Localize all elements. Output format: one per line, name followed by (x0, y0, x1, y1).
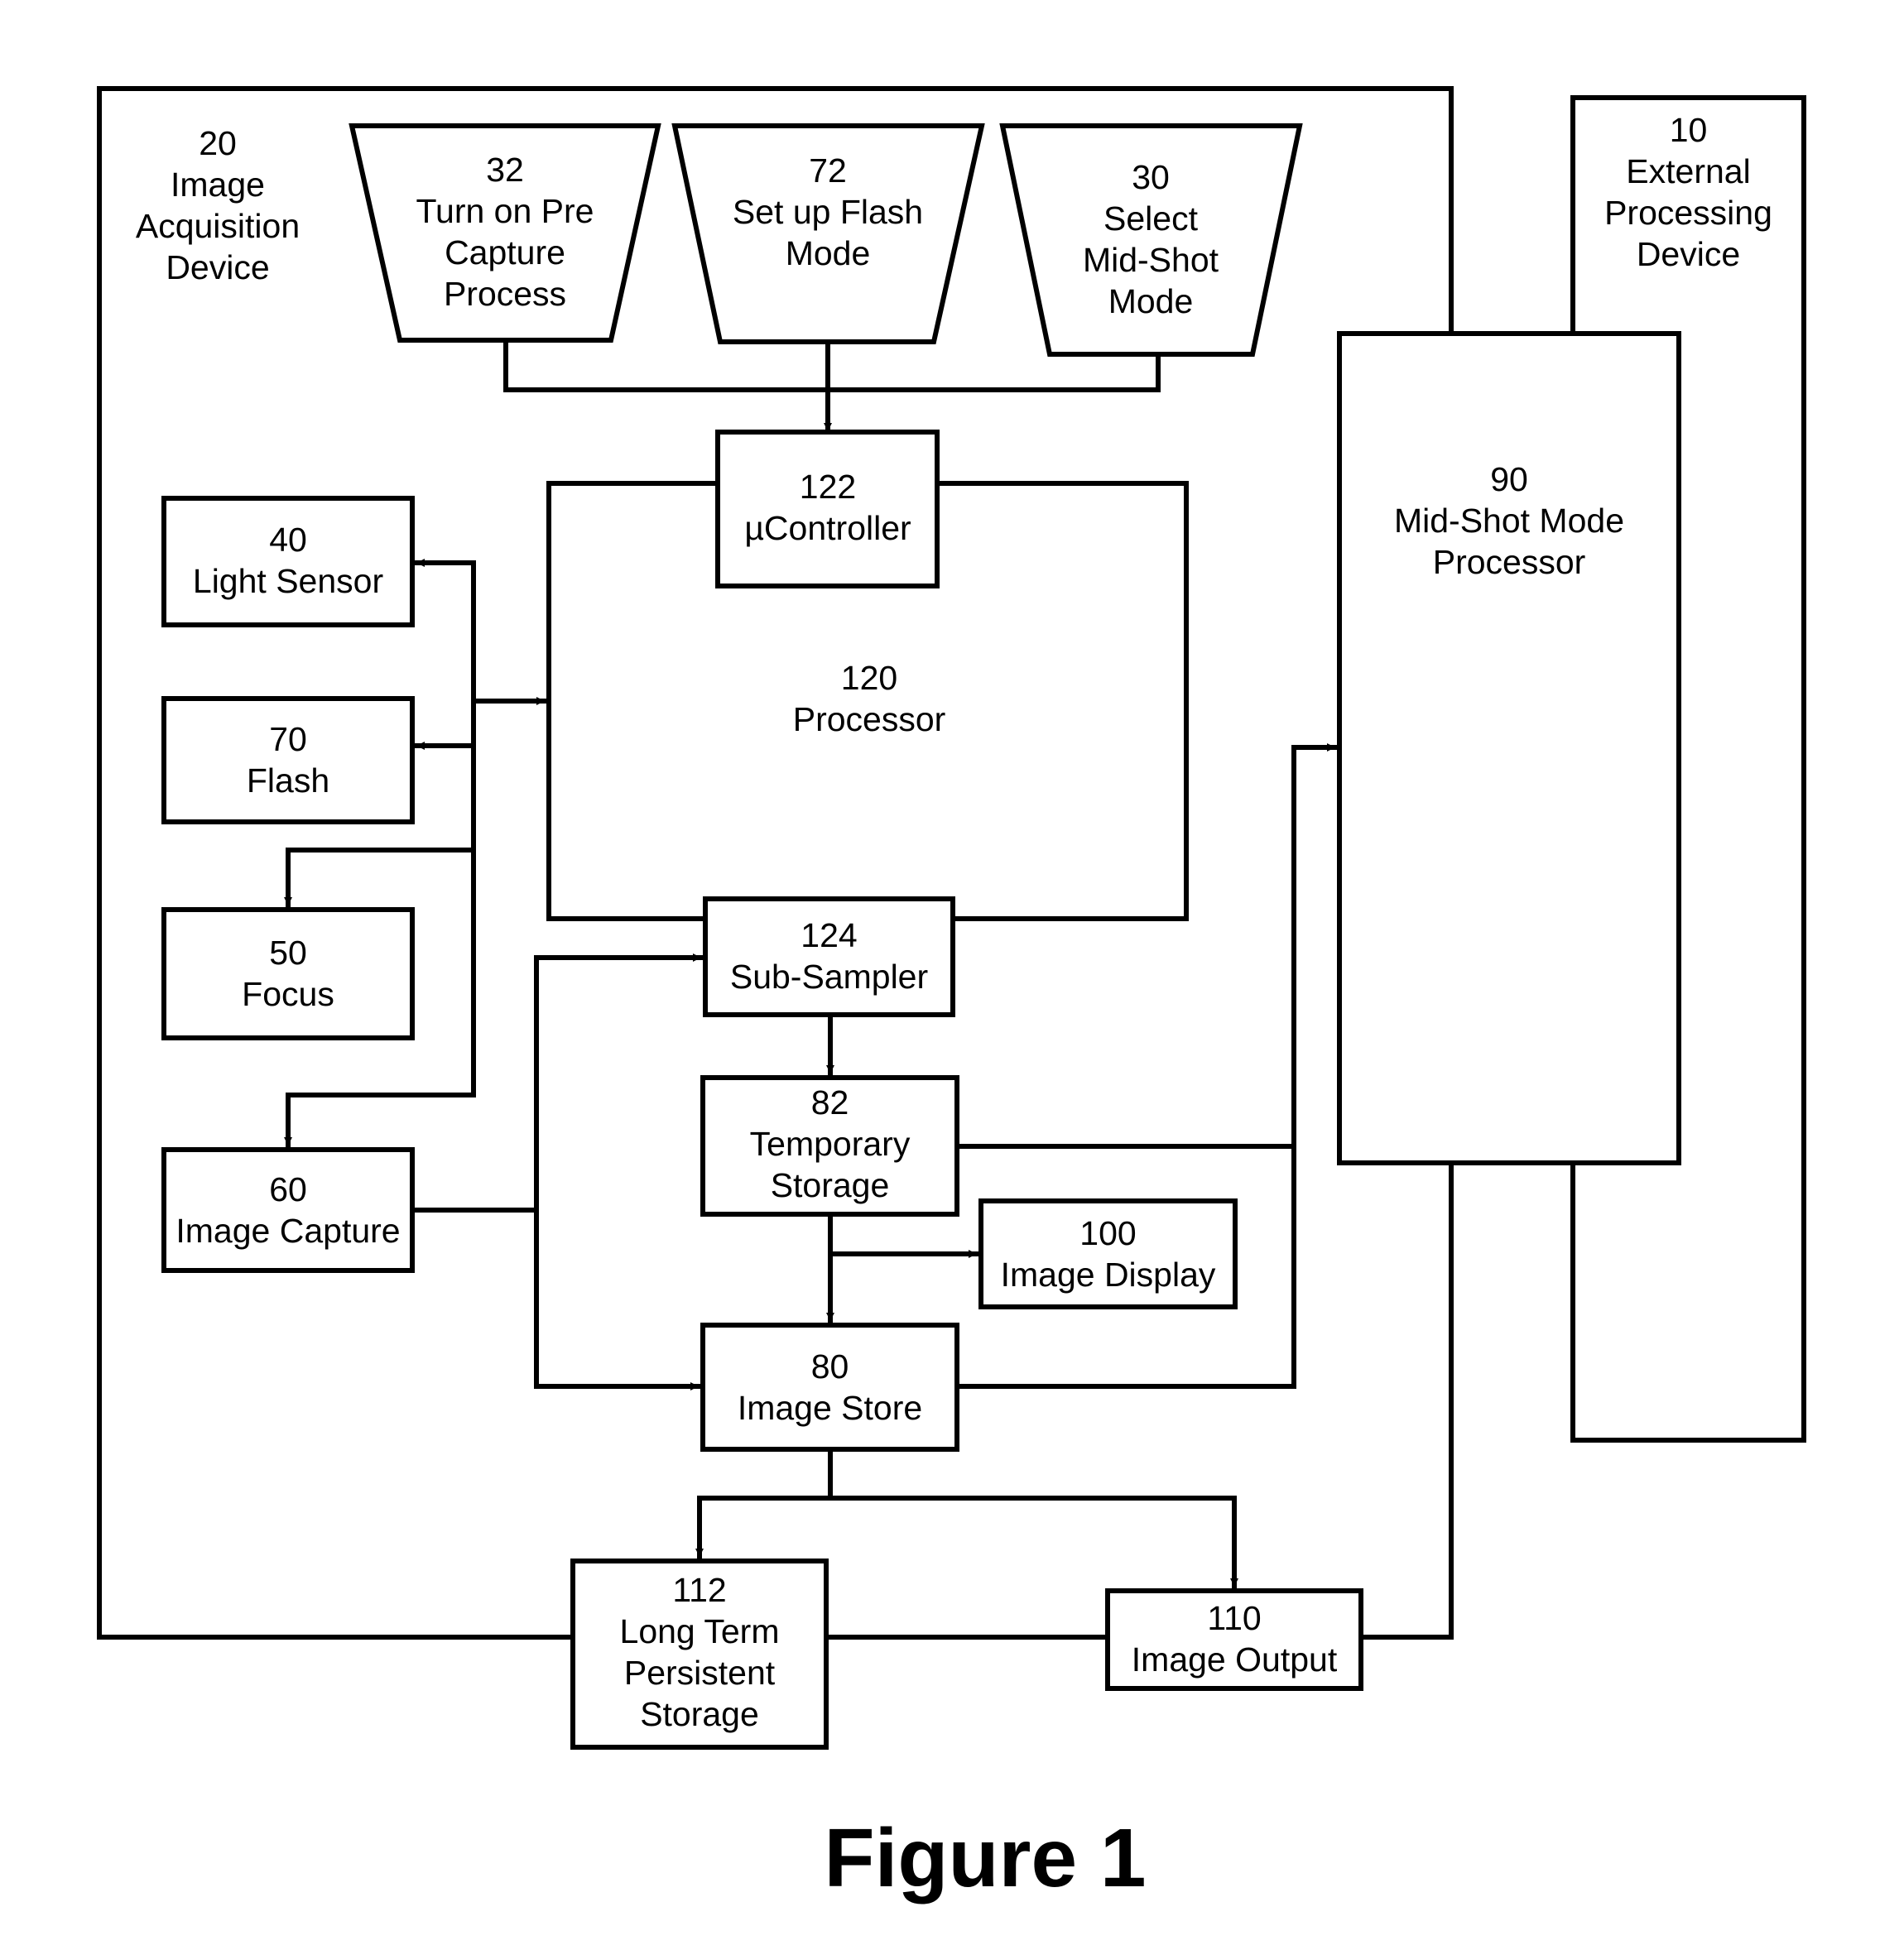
external-processing-device-label: 10 External Processing Device (1575, 109, 1801, 275)
block-number: 82 (810, 1083, 849, 1121)
flash-label: 70 Flash (164, 718, 412, 801)
block-number: 30 (1132, 158, 1170, 196)
block-text: Image Capture (175, 1212, 401, 1250)
block-text: Process (443, 275, 567, 313)
block-text: External (1626, 152, 1751, 190)
block-text: Turn on Pre (416, 192, 594, 230)
block-number: 70 (269, 720, 307, 758)
block-diagram: 20 Image Acquisition Device 10 External … (0, 0, 1904, 1950)
block-text: Capture (445, 233, 565, 271)
block-text: Device (166, 248, 270, 286)
block-text: Set up Flash (732, 193, 924, 231)
block-text: Mid-Shot (1082, 241, 1219, 279)
block-number: 122 (799, 468, 857, 506)
block-number: 60 (269, 1170, 307, 1208)
block-text: Image Store (737, 1389, 923, 1427)
block-text: Device (1636, 235, 1741, 273)
block-text: Storage (770, 1166, 890, 1204)
block-text: Light Sensor (192, 562, 384, 600)
figure-caption: Figure 1 (824, 1812, 1147, 1904)
mid-shot-select-label: 30 Select Mid-Shot Mode (1027, 156, 1275, 322)
block-number: 50 (269, 934, 307, 972)
sub-sampler-label: 124 Sub-Sampler (705, 915, 953, 997)
block-number: 40 (269, 521, 307, 559)
block-number: 120 (840, 659, 898, 697)
block-text: Mode (785, 234, 871, 272)
block-number: 112 (672, 1571, 727, 1609)
block-text: Image Output (1131, 1640, 1338, 1679)
block-text: µController (744, 509, 911, 547)
long-term-storage-label: 112 Long Term Persistent Storage (573, 1569, 826, 1735)
block-text: Processor (792, 700, 946, 738)
bus-to-focus-line (286, 848, 476, 888)
block-text: Focus (242, 975, 334, 1013)
block-text: Temporary (749, 1125, 911, 1163)
block-text: Acquisition (135, 207, 301, 245)
mid-shot-processor-label: 90 Mid-Shot Mode Processor (1342, 459, 1676, 583)
temporary-storage-label: 82 Temporary Storage (703, 1082, 957, 1206)
block-number: 124 (801, 916, 858, 954)
image-display-label: 100 Image Display (981, 1213, 1235, 1295)
block-text: Storage (640, 1695, 759, 1733)
block-text: Persistent (623, 1654, 776, 1692)
block-text: Long Term (619, 1612, 780, 1650)
focus-label: 50 Focus (164, 932, 412, 1015)
image-store-to-output-line (828, 1496, 1237, 1559)
pre-capture-label: 32 Turn on Pre Capture Process (381, 149, 629, 315)
image-store-label: 80 Image Store (703, 1346, 957, 1429)
image-store-output-line (697, 1447, 833, 1534)
bus-to-image-capture-line (286, 1093, 476, 1128)
processor-label: 120 Processor (745, 657, 993, 740)
block-number: 72 (809, 151, 847, 190)
block-text: Sub-Sampler (729, 958, 929, 996)
block-text: Mode (1108, 282, 1194, 320)
flash-mode-label: 72 Set up Flash Mode (704, 150, 952, 274)
ucontroller-label: 122 µController (720, 466, 935, 549)
block-number: 32 (486, 151, 524, 189)
block-number: 10 (1669, 111, 1708, 149)
block-text: Processing (1604, 194, 1772, 232)
block-number: 110 (1207, 1599, 1262, 1637)
image-output-label: 110 Image Output (1108, 1597, 1361, 1680)
block-number: 100 (1079, 1214, 1137, 1252)
light-sensor-label: 40 Light Sensor (164, 519, 412, 602)
block-text: Image Display (1000, 1256, 1216, 1294)
block-number: 80 (810, 1347, 849, 1386)
block-text: Mid-Shot Mode (1393, 502, 1624, 540)
block-text: Select (1103, 199, 1198, 238)
block-text: Processor (1432, 543, 1586, 581)
image-capture-label: 60 Image Capture (164, 1169, 412, 1251)
block-number: 20 (199, 124, 237, 162)
block-text: Flash (246, 761, 330, 800)
image-acquisition-device-label: 20 Image Acquisition Device (123, 122, 313, 288)
block-text: Image (171, 166, 265, 204)
block-number: 90 (1490, 460, 1528, 498)
